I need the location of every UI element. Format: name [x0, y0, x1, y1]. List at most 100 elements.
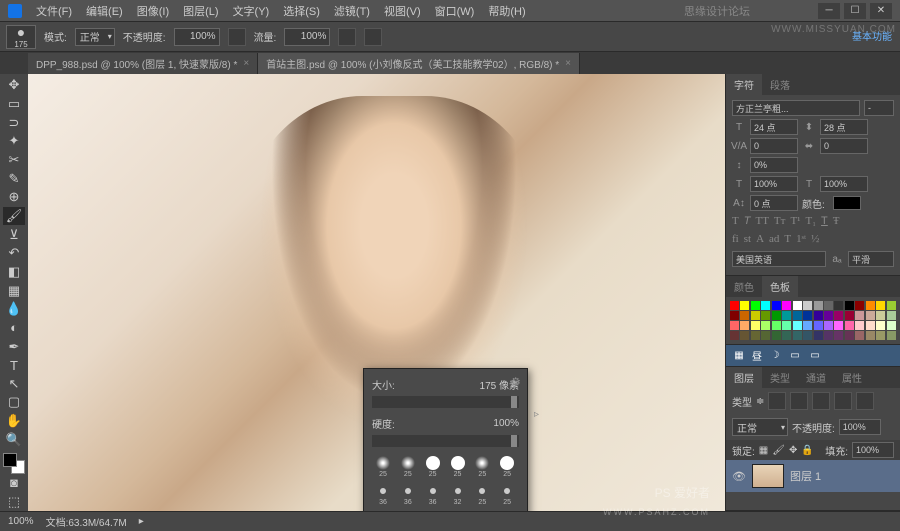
- swatch[interactable]: [761, 301, 770, 310]
- swatch[interactable]: [782, 321, 791, 330]
- swatch[interactable]: [803, 331, 812, 340]
- swatch[interactable]: [782, 301, 791, 310]
- swatch[interactable]: [876, 321, 885, 330]
- shape-tool[interactable]: ▢: [3, 393, 25, 412]
- swatch[interactable]: [887, 311, 896, 320]
- swatch[interactable]: [814, 331, 823, 340]
- pressure-size-icon[interactable]: [364, 28, 382, 46]
- tab-swatches[interactable]: 色板: [762, 276, 798, 297]
- filter-pixel-icon[interactable]: [768, 392, 786, 410]
- zoom-level[interactable]: 100%: [8, 516, 34, 527]
- font-style-dropdown[interactable]: -: [864, 100, 894, 116]
- menu-layer[interactable]: 图层(L): [183, 3, 218, 19]
- swatch[interactable]: [793, 311, 802, 320]
- swatch[interactable]: [845, 311, 854, 320]
- italic-button[interactable]: T: [744, 215, 751, 227]
- swatch[interactable]: [834, 301, 843, 310]
- brush-tool[interactable]: 🖌: [3, 207, 25, 226]
- underline-button[interactable]: T: [821, 215, 828, 227]
- brush-preset[interactable]: 32: [447, 483, 469, 509]
- brush-preset[interactable]: 25: [447, 455, 469, 481]
- swatch[interactable]: [730, 311, 739, 320]
- menu-help[interactable]: 帮助(H): [488, 3, 525, 19]
- swatch[interactable]: [814, 311, 823, 320]
- type-tool[interactable]: T: [3, 356, 25, 375]
- swatch[interactable]: [761, 321, 770, 330]
- swatch[interactable]: [782, 331, 791, 340]
- menu-edit[interactable]: 编辑(E): [86, 3, 123, 19]
- language-dropdown[interactable]: 美国英语: [732, 251, 826, 267]
- menu-type[interactable]: 文字(Y): [233, 3, 270, 19]
- menu-file[interactable]: 文件(F): [36, 3, 72, 19]
- pressure-opacity-icon[interactable]: [228, 28, 246, 46]
- brush-preset[interactable]: 36: [372, 483, 394, 509]
- allcaps-button[interactable]: TT: [755, 215, 768, 227]
- brush-preset[interactable]: 25: [372, 455, 394, 481]
- quickmask-toggle[interactable]: ◙: [3, 474, 25, 493]
- percent-input[interactable]: 0%: [750, 157, 798, 173]
- swatch[interactable]: [772, 301, 781, 310]
- t1-button[interactable]: T: [784, 233, 791, 245]
- swatch[interactable]: [730, 331, 739, 340]
- kerning-input[interactable]: 0: [750, 138, 798, 154]
- vscale-input[interactable]: 100%: [750, 176, 798, 192]
- tab-kind[interactable]: 类型: [762, 367, 798, 388]
- pen-tool[interactable]: ✒: [3, 337, 25, 356]
- swatch[interactable]: [887, 331, 896, 340]
- lasso-tool[interactable]: ⊃: [3, 113, 25, 132]
- swatch[interactable]: [793, 331, 802, 340]
- swatch[interactable]: [845, 331, 854, 340]
- swatch[interactable]: [887, 301, 896, 310]
- baseline-input[interactable]: 0 点: [750, 195, 798, 211]
- ad-button[interactable]: ad: [769, 233, 779, 245]
- size-slider[interactable]: [372, 396, 519, 408]
- swatch[interactable]: [876, 311, 885, 320]
- 1st-button[interactable]: 1ˢᵗ: [796, 233, 806, 245]
- healing-tool[interactable]: ⊕: [3, 188, 25, 207]
- filter-shape-icon[interactable]: [834, 392, 852, 410]
- close-button[interactable]: ✕: [870, 3, 892, 19]
- tab-layers[interactable]: 图层: [726, 367, 762, 388]
- leading-input[interactable]: 28 点: [820, 119, 868, 135]
- layer-blend-dropdown[interactable]: 正常: [732, 418, 788, 436]
- eraser-tool[interactable]: ◧: [3, 263, 25, 282]
- aa-button[interactable]: A: [756, 233, 764, 245]
- st-button[interactable]: st: [744, 233, 751, 245]
- screenmode-toggle[interactable]: ⬚: [3, 492, 25, 511]
- move-tool[interactable]: ✥: [3, 76, 25, 95]
- history-brush-tool[interactable]: ↶: [3, 244, 25, 263]
- swatch[interactable]: [803, 311, 812, 320]
- swatch[interactable]: [740, 311, 749, 320]
- subscript-button[interactable]: T₁: [805, 215, 816, 227]
- blur-tool[interactable]: 💧: [3, 300, 25, 319]
- eyedropper-tool[interactable]: ✎: [3, 169, 25, 188]
- swatch[interactable]: [803, 301, 812, 310]
- swatch[interactable]: [793, 301, 802, 310]
- swatch[interactable]: [855, 331, 864, 340]
- flow-input[interactable]: 100%: [284, 28, 330, 46]
- font-size-input[interactable]: 24 点: [750, 119, 798, 135]
- maximize-button[interactable]: ☐: [844, 3, 866, 19]
- lock-pos-icon[interactable]: ✥: [789, 445, 797, 456]
- menu-view[interactable]: 视图(V): [384, 3, 421, 19]
- hand-tool[interactable]: ✋: [3, 412, 25, 431]
- history-step-icon[interactable]: ▭: [808, 349, 822, 363]
- hscale-input[interactable]: 100%: [820, 176, 868, 192]
- swatch[interactable]: [751, 301, 760, 310]
- text-color-swatch[interactable]: [833, 196, 861, 210]
- brush-preset-picker[interactable]: ● 175: [6, 25, 36, 49]
- canvas-area[interactable]: ⚙ ▹ 大小:175 像素 硬度:100% 252525252525363636…: [28, 74, 725, 511]
- layer-row[interactable]: 👁 图层 1: [726, 460, 900, 492]
- filter-type-icon[interactable]: [812, 392, 830, 410]
- swatch[interactable]: [772, 331, 781, 340]
- swatch[interactable]: [866, 311, 875, 320]
- layer-opacity-input[interactable]: 100%: [839, 419, 881, 435]
- swatch[interactable]: [782, 311, 791, 320]
- close-icon[interactable]: ×: [565, 58, 571, 69]
- swatch[interactable]: [887, 321, 896, 330]
- lock-pixel-icon[interactable]: 🖌: [772, 445, 785, 456]
- smallcaps-button[interactable]: Tᴛ: [774, 215, 786, 227]
- tab-paragraph[interactable]: 段落: [762, 74, 798, 95]
- zoom-tool[interactable]: 🔍: [3, 430, 25, 449]
- swatch[interactable]: [824, 311, 833, 320]
